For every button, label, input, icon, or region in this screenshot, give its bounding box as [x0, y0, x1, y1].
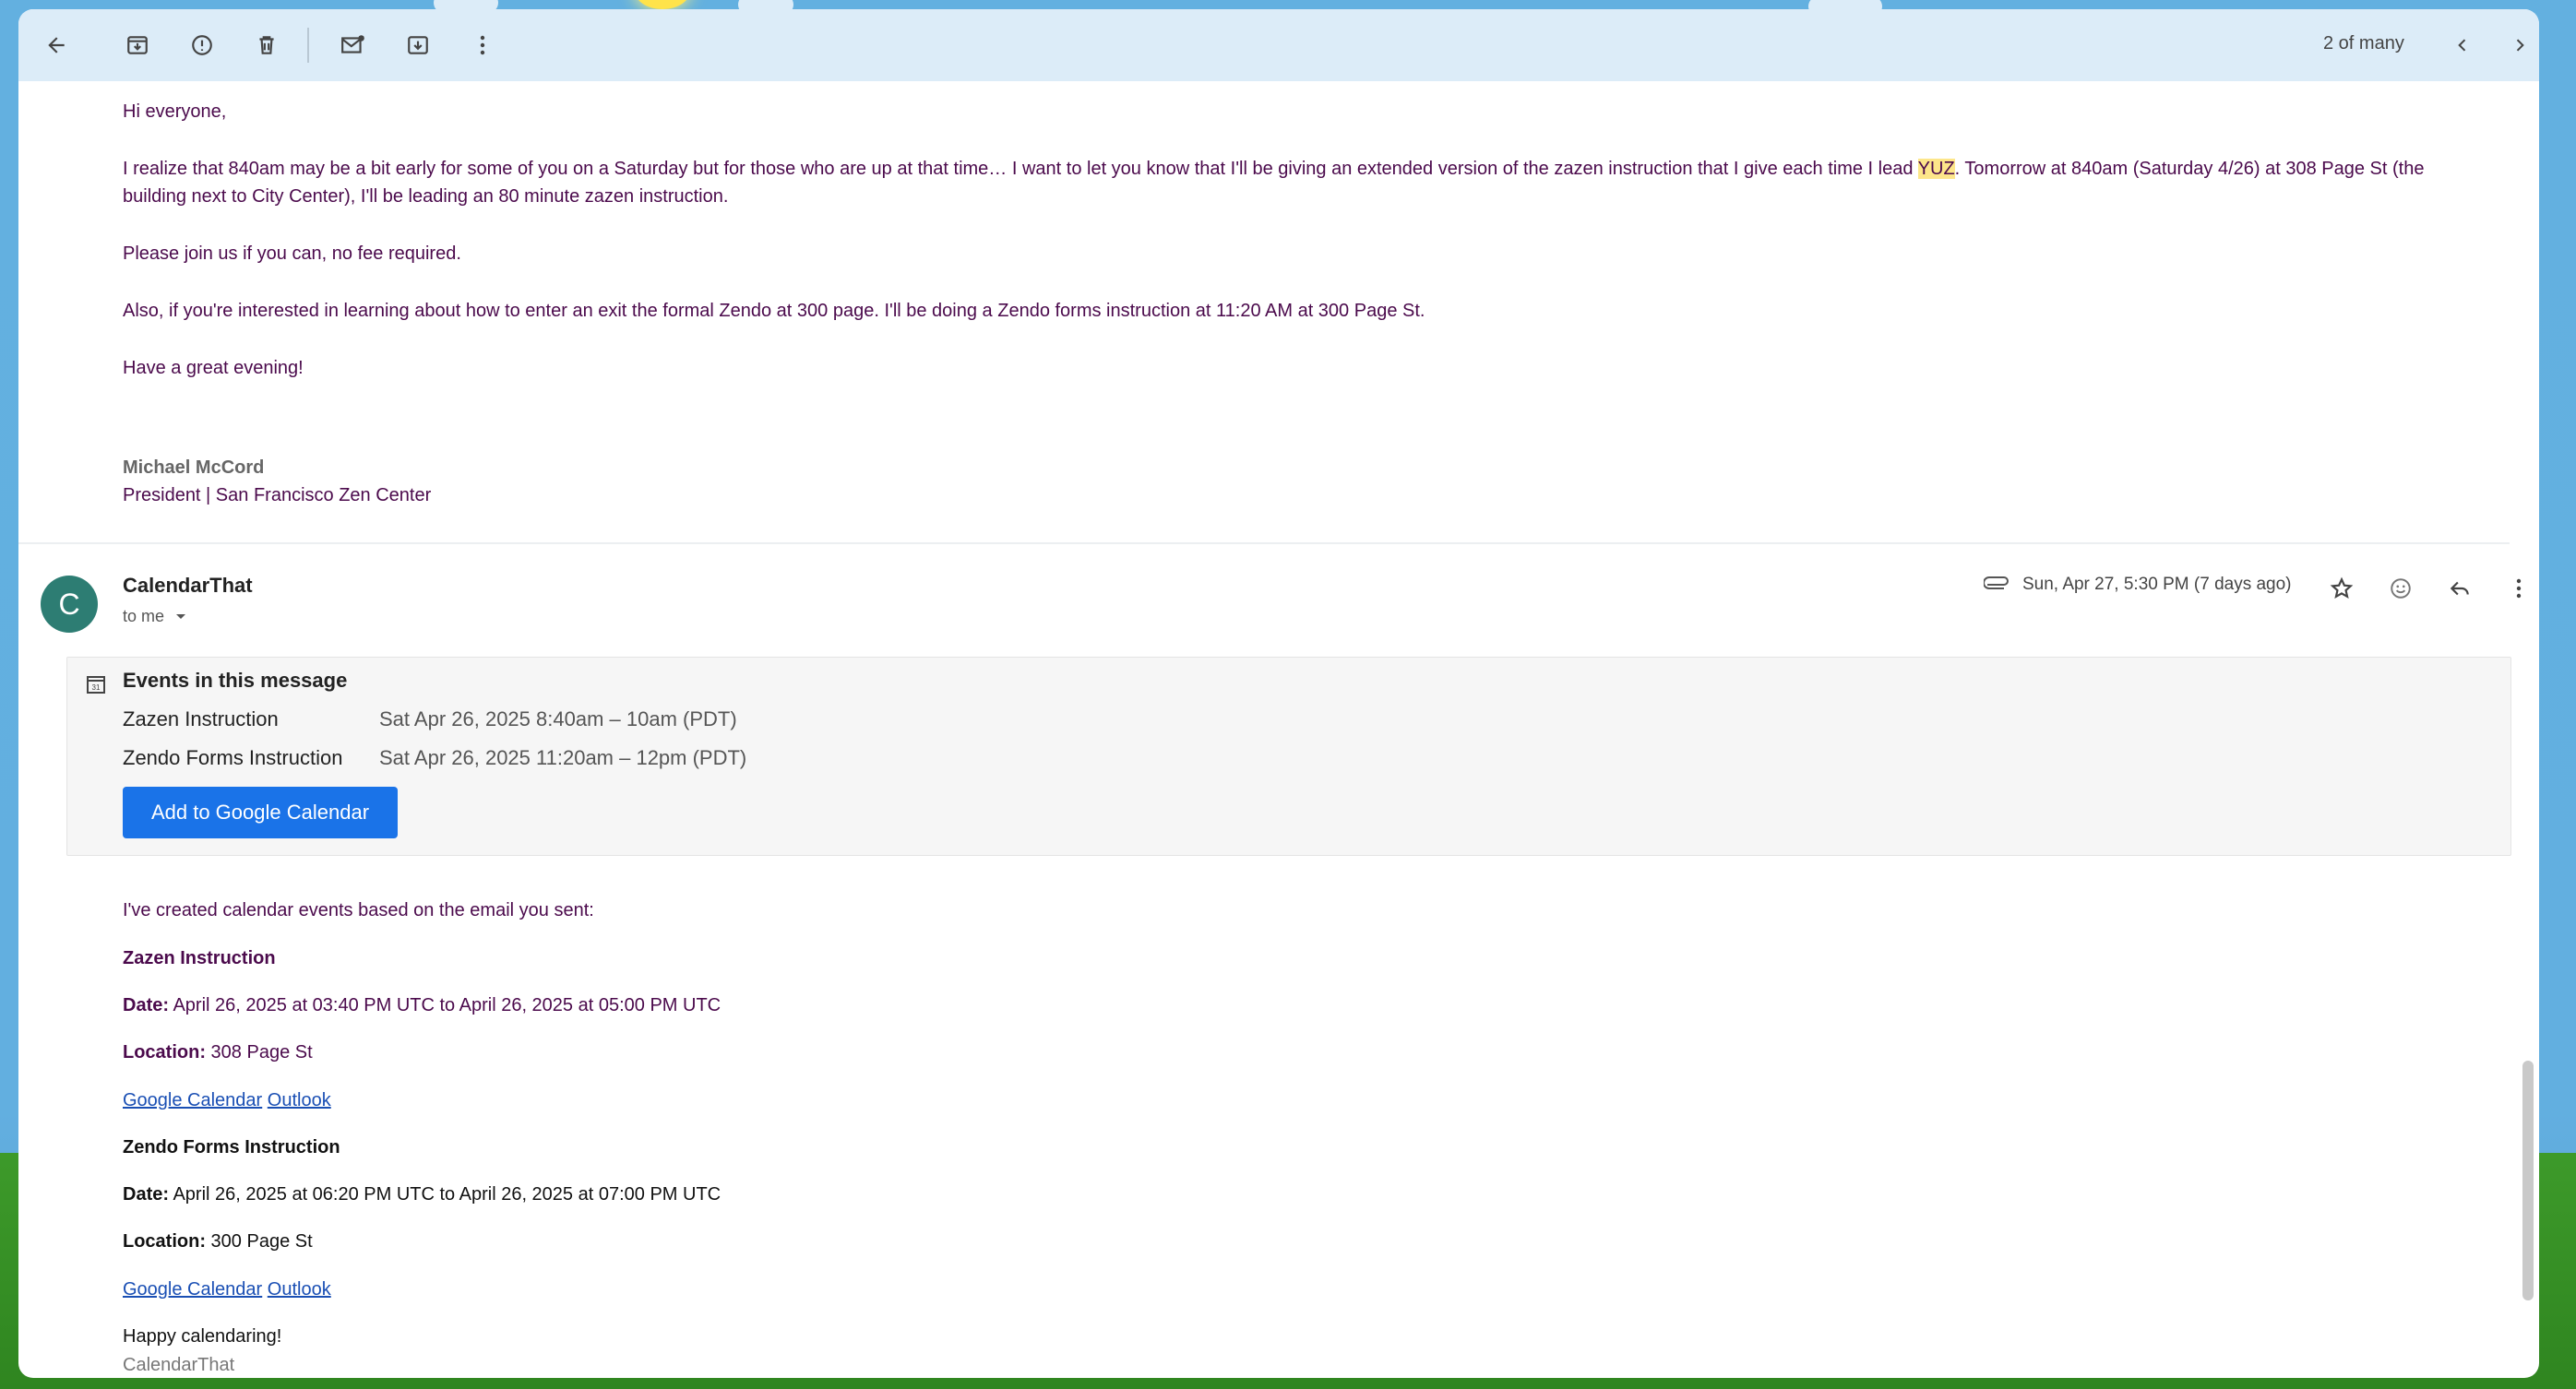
message-toolbar: 2 of many [18, 9, 2539, 81]
date-value: April 26, 2025 at 03:40 PM UTC to April … [169, 995, 722, 1015]
google-calendar-link[interactable]: Google Calendar [123, 1279, 262, 1300]
toolbar-separator [307, 28, 309, 63]
event-links: Google Calendar Outlook [123, 1090, 331, 1111]
avatar[interactable]: C [41, 576, 98, 633]
message-paragraph: Also, if you're interested in learning a… [123, 301, 1425, 321]
message-thread: Hi everyone, I realize that 840am may be… [18, 81, 2539, 1378]
event-date: Date: April 26, 2025 at 06:20 PM UTC to … [123, 1184, 721, 1205]
recipient-summary[interactable]: to me [123, 607, 187, 626]
google-calendar-link[interactable]: Google Calendar [123, 1090, 262, 1110]
report-spam-icon[interactable] [181, 24, 223, 66]
location-label: Location: [123, 1231, 206, 1252]
pager-count: 2 of many [2323, 33, 2404, 53]
event-location: Location: 300 Page St [123, 1231, 313, 1252]
outlook-link[interactable]: Outlook [268, 1279, 331, 1300]
date-label: Date: [123, 995, 170, 1015]
date-value: April 26, 2025 at 06:20 PM UTC to April … [169, 1184, 722, 1205]
mail-window: 2 of many Hi everyone, I realize that 84… [18, 9, 2539, 1378]
message-divider [18, 542, 2510, 544]
more-vert-icon[interactable] [461, 24, 504, 66]
event-time: Sat Apr 26, 2025 11:20am – 12pm (PDT) [379, 746, 747, 769]
archive-icon[interactable] [116, 24, 159, 66]
message-date: Sun, Apr 27, 5:30 PM (7 days ago) [2022, 575, 2292, 594]
closing-text: Happy calendaring! [123, 1326, 282, 1347]
emoji-icon[interactable] [2380, 568, 2421, 609]
event-name: Zazen Instruction [123, 707, 279, 730]
event-location: Location: 308 Page St [123, 1042, 313, 1063]
star-icon[interactable] [2321, 568, 2362, 609]
events-card: 31 Events in this message Zazen Instruct… [66, 657, 2511, 856]
location-label: Location: [123, 1042, 206, 1063]
move-to-icon[interactable] [397, 24, 439, 66]
location-value: 300 Page St [206, 1231, 313, 1252]
signature-name: Michael McCord [123, 457, 265, 478]
date-label: Date: [123, 1184, 170, 1205]
event-links: Google Calendar Outlook [123, 1279, 331, 1300]
event-date: Date: April 26, 2025 at 03:40 PM UTC to … [123, 995, 721, 1016]
svg-text:31: 31 [92, 683, 101, 692]
scrollbar[interactable] [2519, 81, 2537, 1378]
message-paragraph: Please join us if you can, no fee requir… [123, 243, 461, 264]
paragraph-text: I realize that 840am may be a bit early … [123, 159, 1918, 179]
events-title: Events in this message [123, 669, 348, 692]
calendar-icon: 31 [87, 676, 105, 694]
signature-title: President | San Francisco Zen Center [123, 485, 432, 505]
delete-icon[interactable] [245, 24, 288, 66]
message-intro: I've created calendar events based on th… [123, 900, 594, 920]
reply-icon[interactable] [2439, 568, 2480, 609]
scrollbar-thumb[interactable] [2522, 1061, 2534, 1300]
back-arrow-icon[interactable] [35, 24, 78, 66]
sender-name[interactable]: CalendarThat [123, 574, 253, 598]
dropdown-icon[interactable] [174, 612, 187, 622]
recipient-text: to me [123, 607, 165, 625]
event-name: Zendo Forms Instruction [123, 746, 343, 769]
message-greeting: Hi everyone, [123, 101, 227, 122]
search-highlight: YUZ [1917, 159, 1955, 179]
outlook-link[interactable]: Outlook [268, 1090, 331, 1110]
attachment-icon [1984, 576, 2009, 589]
mark-unread-icon[interactable] [332, 24, 375, 66]
message-paragraph: I realize that 840am may be a bit early … [123, 155, 2522, 210]
event-heading: Zendo Forms Instruction [123, 1137, 340, 1158]
paragraph-text: . Tomorrow at 840am (Saturday 4/26) at 3… [1954, 159, 2425, 179]
add-to-google-calendar-button[interactable]: Add to Google Calendar [123, 787, 398, 838]
event-time: Sat Apr 26, 2025 8:40am – 10am (PDT) [379, 707, 737, 730]
message-meta: Sun, Apr 27, 5:30 PM (7 days ago) [1984, 575, 2292, 595]
event-heading: Zazen Instruction [123, 948, 276, 968]
paragraph-text: building next to City Center), I'll be l… [123, 186, 729, 207]
closing-signature: CalendarThat [123, 1355, 235, 1375]
chevron-left-icon[interactable] [2441, 24, 2484, 66]
chevron-right-icon[interactable] [2498, 24, 2539, 66]
location-value: 308 Page St [206, 1042, 313, 1063]
message-paragraph: Have a great evening! [123, 358, 304, 378]
